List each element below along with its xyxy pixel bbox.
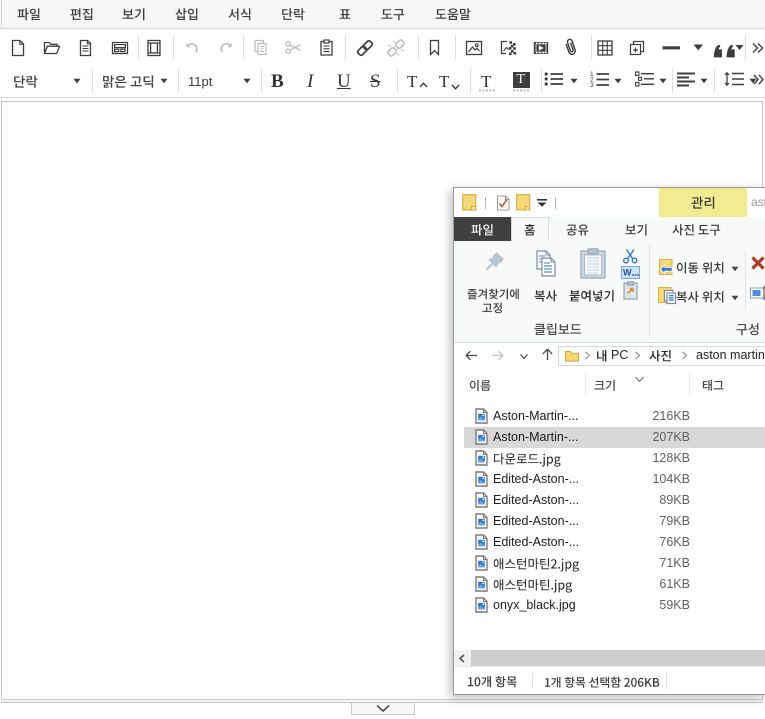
svg-text:3: 3 <box>590 82 594 87</box>
svg-text:W: W <box>623 268 632 278</box>
